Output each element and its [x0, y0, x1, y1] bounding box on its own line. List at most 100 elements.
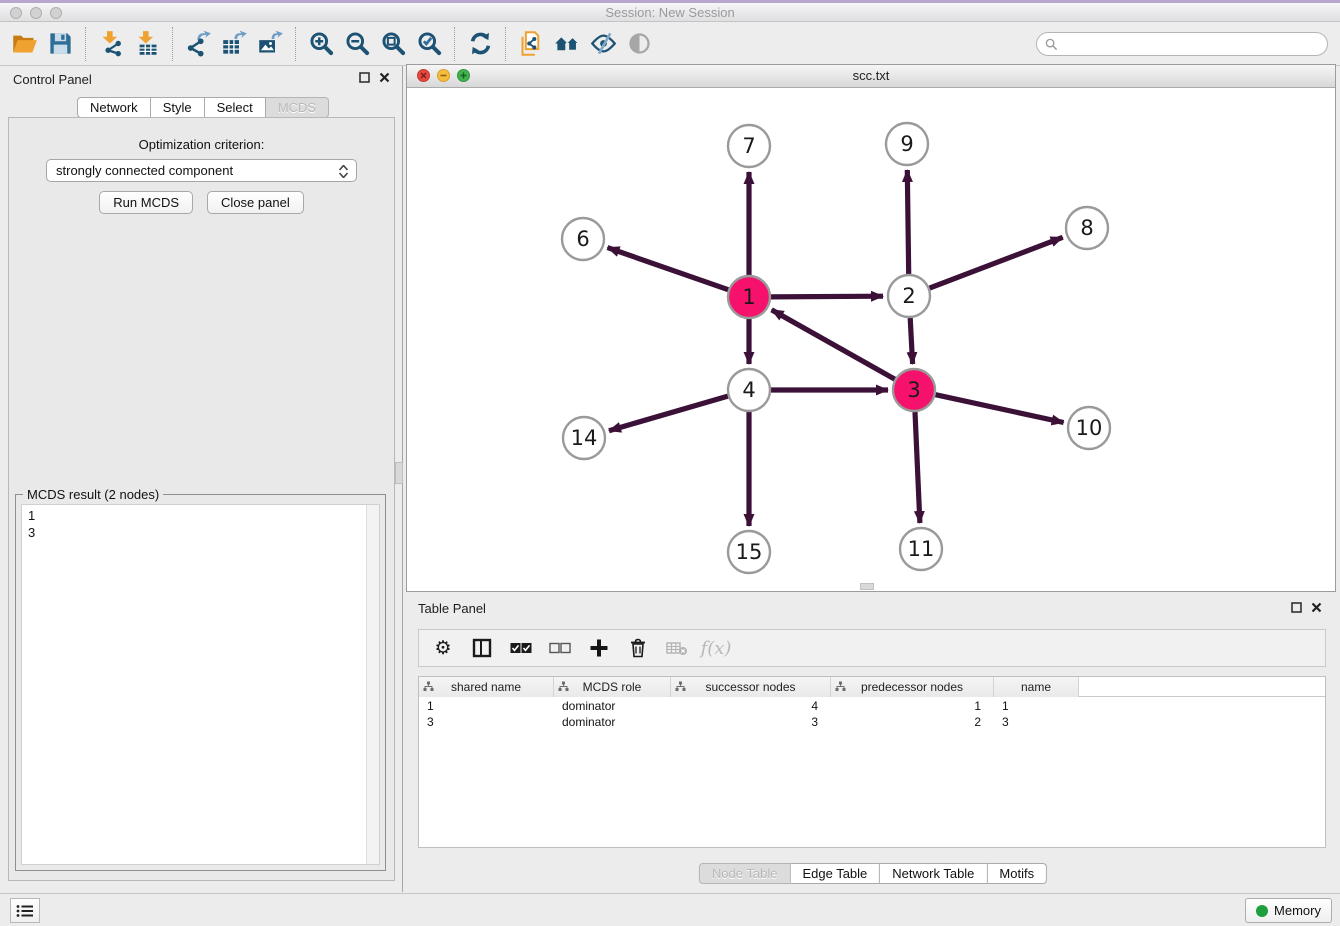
table-body: 1dominator4113dominator323 [419, 698, 1325, 730]
table-cell[interactable]: 4 [671, 698, 831, 714]
home-button[interactable] [549, 26, 585, 62]
import-table-button[interactable] [129, 26, 165, 62]
search-field[interactable] [1036, 32, 1328, 56]
graph-edge-4-14[interactable] [609, 396, 728, 431]
mcds-result-area[interactable]: 1 3 [21, 504, 380, 865]
network-canvas[interactable]: 7968124314101511 [407, 88, 1335, 591]
import-table-icon [134, 30, 161, 57]
result-scrollbar[interactable] [366, 505, 379, 864]
close-table-panel-icon[interactable] [1311, 602, 1322, 613]
task-history-button[interactable] [10, 898, 40, 923]
graph-edge-2-9[interactable] [907, 170, 908, 274]
list-icon [16, 904, 34, 918]
column-header-shared-name[interactable]: shared name [419, 677, 554, 697]
tab-network-table[interactable]: Network Table [880, 863, 987, 884]
table-cell[interactable]: 3 [994, 714, 1079, 730]
network-window-titlebar[interactable]: scc.txt [407, 65, 1335, 88]
table-cell[interactable]: 3 [419, 714, 554, 730]
refresh-icon [467, 30, 494, 57]
status-bar: Memory [0, 893, 1340, 926]
table-toolbar: ⚙ f(x) [418, 629, 1326, 667]
search-input[interactable] [1058, 35, 1327, 53]
graph-edge-3-1[interactable] [772, 310, 895, 379]
unselect-all-columns-button[interactable] [548, 636, 572, 660]
graph-edge-2-3[interactable] [910, 318, 912, 364]
show-columns-button[interactable] [470, 636, 494, 660]
graph-edge-3-10[interactable] [936, 395, 1064, 423]
zoom-selected-button[interactable] [411, 26, 447, 62]
zoom-fit-button[interactable] [375, 26, 411, 62]
select-all-columns-button[interactable] [509, 636, 533, 660]
float-table-panel-icon[interactable] [1291, 602, 1302, 613]
column-header-predecessor-nodes[interactable]: predecessor nodes [831, 677, 994, 697]
tab-mcds[interactable]: MCDS [266, 97, 329, 118]
memory-button[interactable]: Memory [1245, 898, 1332, 923]
main-toolbar [0, 22, 1340, 66]
hide-selected-button[interactable] [585, 26, 621, 62]
mcds-tab-content: Optimization criterion: strongly connect… [8, 117, 395, 881]
graph-edge-3-11[interactable] [915, 412, 920, 523]
table-row[interactable]: 3dominator323 [419, 714, 1325, 730]
attribute-tree-icon [558, 681, 569, 695]
zoom-fit-icon [380, 30, 407, 57]
tab-style[interactable]: Style [151, 97, 205, 118]
export-image-button[interactable] [252, 26, 288, 62]
tab-node-table[interactable]: Node Table [699, 863, 791, 884]
graph-edge-1-2[interactable] [771, 296, 883, 297]
export-table-button[interactable] [216, 26, 252, 62]
panel-splitter-handle[interactable] [395, 462, 403, 484]
table-settings-button[interactable]: ⚙ [431, 636, 455, 660]
table-cell[interactable]: 1 [419, 698, 554, 714]
criterion-dropdown[interactable]: strongly connected component [46, 159, 357, 182]
zoom-in-icon [308, 30, 335, 57]
show-hidden-button[interactable] [621, 26, 657, 62]
save-session-button[interactable] [42, 26, 78, 62]
table-cell[interactable]: 3 [671, 714, 831, 730]
column-header-label: MCDS role [583, 680, 642, 694]
graph-edge-1-6[interactable] [608, 248, 729, 290]
mcds-result-text: 1 3 [28, 507, 359, 862]
column-header-MCDS-role[interactable]: MCDS role [554, 677, 671, 697]
column-header-label: name [1021, 680, 1051, 694]
toolbar-separator [172, 27, 173, 61]
tab-select[interactable]: Select [205, 97, 266, 118]
search-icon [1045, 38, 1058, 51]
graph-edge-2-8[interactable] [930, 237, 1063, 288]
export-network-button[interactable] [180, 26, 216, 62]
column-header-successor-nodes[interactable]: successor nodes [671, 677, 831, 697]
create-column-button[interactable] [587, 636, 611, 660]
table-row[interactable]: 1dominator411 [419, 698, 1325, 714]
close-panel-button[interactable]: Close panel [207, 191, 304, 214]
delete-column-button[interactable] [626, 636, 650, 660]
tab-motifs[interactable]: Motifs [987, 863, 1047, 884]
table-cell[interactable]: 1 [994, 698, 1079, 714]
table-cell[interactable]: 1 [831, 698, 994, 714]
export-image-icon [257, 30, 284, 57]
run-mcds-button[interactable]: Run MCDS [99, 191, 193, 214]
zoom-out-button[interactable] [339, 26, 375, 62]
tab-edge-table[interactable]: Edge Table [790, 863, 880, 884]
toolbar-separator [505, 27, 506, 61]
table-cell[interactable]: dominator [554, 714, 671, 730]
node-table: shared name MCDS role successor nodesprede… [418, 676, 1326, 848]
graph-node-label: 1 [742, 285, 755, 309]
zoom-in-button[interactable] [303, 26, 339, 62]
table-panel: Table Panel ⚙ f(x) [406, 597, 1340, 890]
table-cell[interactable]: 2 [831, 714, 994, 730]
new-network-from-selection-button[interactable] [513, 26, 549, 62]
float-panel-icon[interactable] [359, 72, 370, 83]
canvas-splitter-handle[interactable] [860, 583, 874, 590]
mcds-result-title: MCDS result (2 nodes) [23, 487, 163, 502]
close-panel-icon[interactable] [379, 72, 390, 83]
mcds-result-group: MCDS result (2 nodes) 1 3 [15, 494, 386, 871]
refresh-button[interactable] [462, 26, 498, 62]
table-cell[interactable]: dominator [554, 698, 671, 714]
column-header-label: shared name [451, 680, 521, 694]
column-header-name[interactable]: name [994, 677, 1079, 697]
tab-network[interactable]: Network [77, 97, 151, 118]
criterion-value: strongly connected component [56, 163, 233, 178]
delete-table-button-disabled [665, 636, 689, 660]
open-file-button[interactable] [6, 26, 42, 62]
graph-node-label: 6 [576, 227, 589, 251]
import-network-button[interactable] [93, 26, 129, 62]
